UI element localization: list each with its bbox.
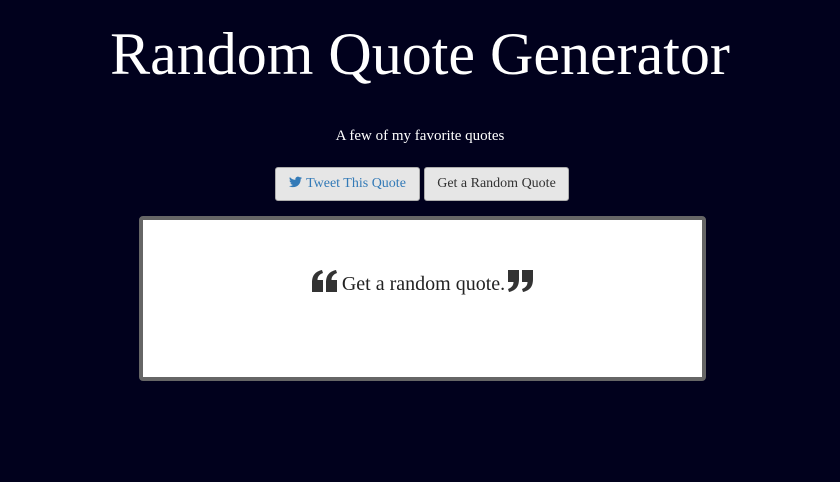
tweet-quote-label: Tweet This Quote [306,176,406,191]
twitter-icon [289,169,303,188]
tweet-quote-button[interactable]: Tweet This Quote [275,167,420,201]
quote-line: Get a random quote. [143,270,702,297]
quote-left-icon [311,270,337,292]
page-title: Random Quote Generator [110,21,730,87]
get-random-quote-button[interactable]: Get a Random Quote [424,167,569,201]
quote-box: Get a random quote. [139,216,706,381]
page-subtitle: A few of my favorite quotes [335,128,505,144]
quote-text: Get a random quote. [341,273,506,295]
get-random-quote-label: Get a Random Quote [437,176,556,191]
quote-right-icon [508,270,534,292]
